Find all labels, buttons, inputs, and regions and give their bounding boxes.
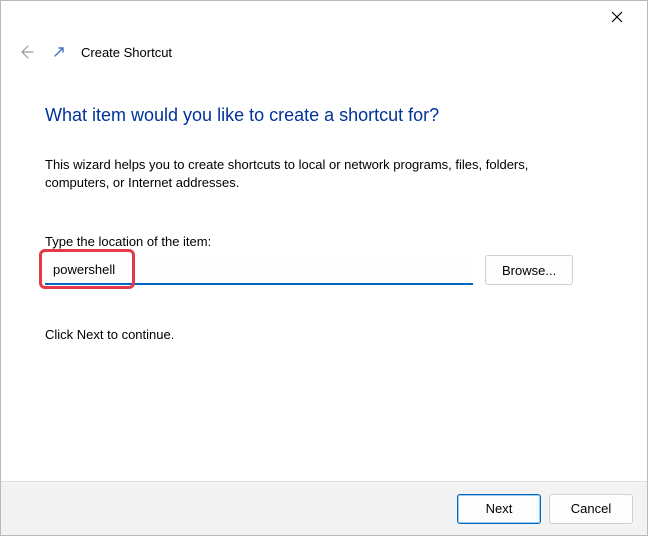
header-row: Create Shortcut (1, 33, 647, 67)
window-title: Create Shortcut (81, 45, 172, 60)
shortcut-arrow-icon (51, 44, 67, 60)
location-input-wrapper (45, 255, 473, 285)
cancel-button[interactable]: Cancel (549, 494, 633, 524)
wizard-description: This wizard helps you to create shortcut… (45, 156, 585, 192)
browse-button[interactable]: Browse... (485, 255, 573, 285)
location-input[interactable] (45, 255, 473, 285)
content-area: What item would you like to create a sho… (1, 67, 647, 342)
continue-instruction: Click Next to continue. (45, 327, 603, 342)
location-input-row: Browse... (45, 255, 603, 285)
footer-bar: Next Cancel (1, 481, 647, 535)
titlebar (1, 1, 647, 33)
back-arrow-icon[interactable] (15, 41, 37, 63)
location-field-label: Type the location of the item: (45, 234, 603, 249)
next-button[interactable]: Next (457, 494, 541, 524)
page-heading: What item would you like to create a sho… (45, 105, 603, 126)
close-icon[interactable] (599, 3, 635, 31)
